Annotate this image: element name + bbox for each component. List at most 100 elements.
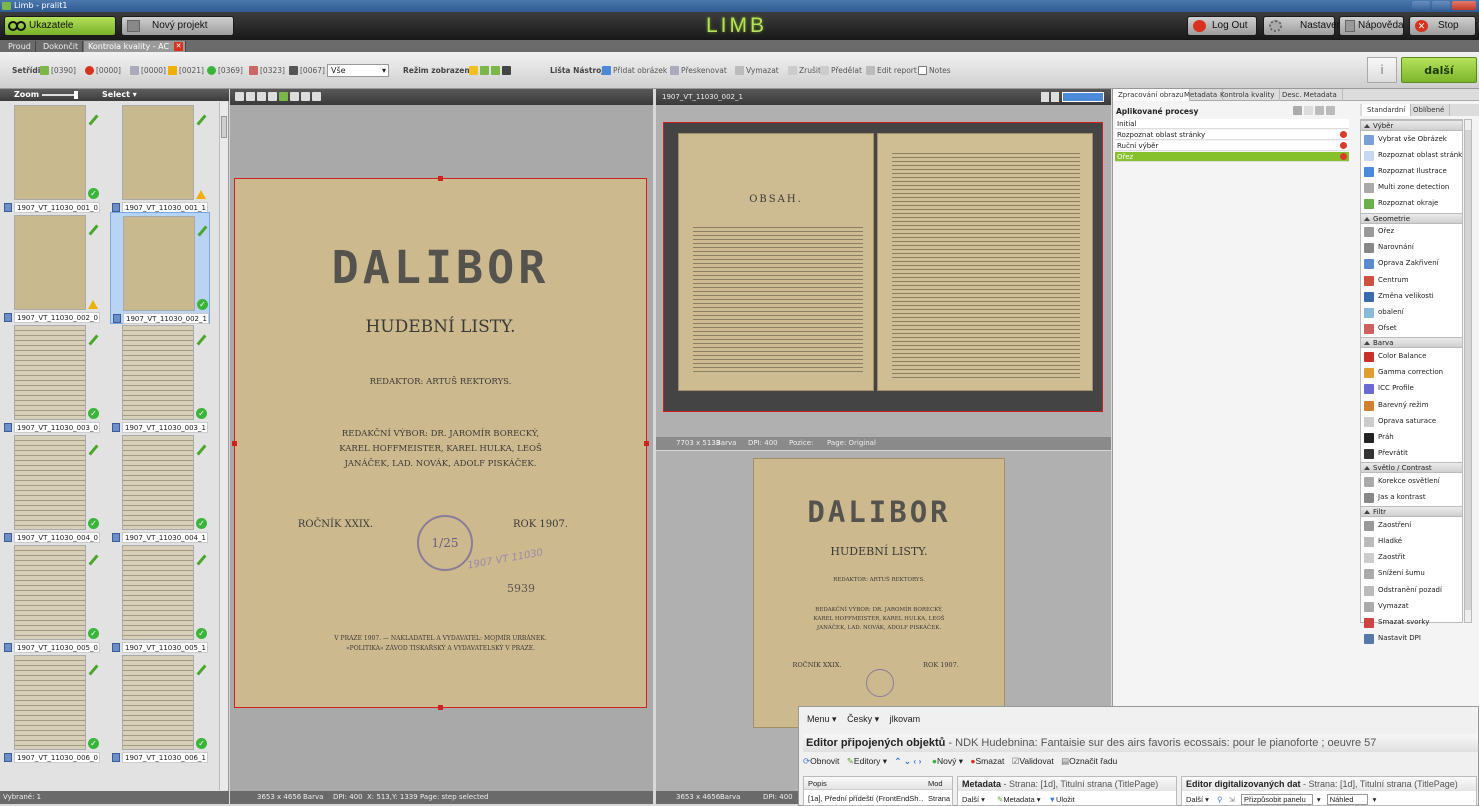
tool-group-header[interactable]: Výběr: [1361, 120, 1462, 131]
metadata-button[interactable]: ✎Metadata ▾: [997, 795, 1040, 804]
tab-dokoncit[interactable]: Dokončit: [39, 41, 84, 52]
tool-item[interactable]: Vymazat: [1361, 599, 1462, 614]
zrusit-button[interactable]: Zrušit: [788, 66, 821, 76]
tool-item[interactable]: Snížení šumu: [1361, 566, 1462, 581]
minimize-button[interactable]: [1412, 1, 1430, 10]
filter-pen-item[interactable]: [0067]: [289, 66, 325, 76]
page-type-icon[interactable]: [112, 203, 120, 212]
novy-projekt-button[interactable]: Nový projekt: [121, 16, 234, 36]
ulozit-button[interactable]: ▼Uložit: [1049, 795, 1075, 804]
page-type-icon[interactable]: [4, 643, 12, 652]
thumbnail-item[interactable]: ✓ 1907_VT_11030_006_0: [2, 652, 102, 764]
editreport-button[interactable]: Edit report: [866, 66, 917, 76]
tool-item[interactable]: Ofset: [1361, 321, 1462, 336]
sidebar-scrollbar[interactable]: [219, 102, 228, 790]
page-type-icon[interactable]: [112, 533, 120, 542]
obnovit-button[interactable]: ⟳Obnovit: [803, 756, 839, 766]
tool-item[interactable]: Změna velikosti: [1361, 289, 1462, 304]
page-type-icon[interactable]: [4, 203, 12, 212]
edit-pen-icon[interactable]: [88, 114, 99, 126]
tool-item[interactable]: Nastavit DPI: [1361, 631, 1462, 646]
notes-button[interactable]: Notes: [918, 66, 951, 76]
pridat-button[interactable]: Přidat obrázek: [602, 66, 667, 76]
edit-pen-icon[interactable]: [197, 225, 208, 237]
process-row[interactable]: Initial: [1115, 119, 1349, 129]
tab-oblibene[interactable]: Oblíbené: [1408, 104, 1451, 116]
green-square-icon[interactable]: [279, 92, 288, 101]
tool-item[interactable]: Jas a kontrast: [1361, 490, 1462, 505]
filter-warning-item[interactable]: [0021]: [168, 66, 204, 76]
thumbnail-item[interactable]: ✓ 1907_VT_11030_003_1: [110, 322, 210, 434]
sidebar-scroll-thumb[interactable]: [221, 116, 227, 138]
prev-page-button[interactable]: [1041, 92, 1049, 102]
edit-pen-icon[interactable]: [88, 334, 99, 346]
filter-rejected-item[interactable]: [0000]: [130, 66, 166, 76]
view-mode-icons[interactable]: [469, 66, 513, 76]
smazat-button[interactable]: ●Smazat: [970, 756, 1004, 766]
edit-pen-icon[interactable]: [88, 224, 99, 236]
processed-page-image[interactable]: DALIBOR HUDEBNÍ LISTY. REDAKTOR: ARTUŠ R…: [753, 458, 1005, 728]
process-copy-icon[interactable]: [1304, 106, 1313, 115]
zoom-in-icon[interactable]: [235, 92, 244, 101]
tab-standardni[interactable]: Standardní: [1362, 104, 1412, 116]
tool-group-header[interactable]: Filtr: [1361, 506, 1462, 518]
tool-list-scroll-thumb[interactable]: [1465, 130, 1471, 610]
edit-pen-icon[interactable]: [196, 664, 207, 676]
edit-pen-icon[interactable]: [196, 554, 207, 566]
page-type-icon[interactable]: [112, 643, 120, 652]
thumbnail-item[interactable]: ✓ 1907_VT_11030_002_1: [110, 212, 210, 324]
menu-language[interactable]: Česky ▾: [847, 714, 879, 724]
validovat-button[interactable]: ☑Validovat: [1012, 756, 1054, 766]
tab-kontrola-kvality[interactable]: Kontrola kvality - AC ✕: [84, 41, 187, 52]
zoom-out-icon[interactable]: [246, 92, 255, 101]
metadata-dalsi-button[interactable]: Další ▾: [962, 795, 985, 804]
nahled-select[interactable]: Náhled: [1326, 794, 1369, 805]
zoom-select[interactable]: [1062, 92, 1104, 102]
tool-item[interactable]: Práh: [1361, 430, 1462, 445]
thumbnail-item[interactable]: ✓ 1907_VT_11030_003_0: [2, 322, 102, 434]
tool-item[interactable]: Multi zone detection: [1361, 180, 1462, 195]
oznacit-button[interactable]: ▤Označit řadu: [1061, 756, 1117, 766]
tool-group-header[interactable]: Geometrie: [1361, 212, 1462, 224]
ukazatele-button[interactable]: Ukazatele: [4, 16, 116, 36]
tool-item[interactable]: Oprava Zakřivení: [1361, 256, 1462, 271]
stop-button[interactable]: ✕ Stop: [1409, 16, 1476, 36]
tool-group-header[interactable]: Barva: [1361, 337, 1462, 349]
nav-arrows[interactable]: ⌃ ⌄ ‹ ›: [894, 756, 921, 766]
arrow-right-icon[interactable]: ›: [919, 756, 922, 766]
tool-item[interactable]: Rozpoznat okraje: [1361, 196, 1462, 211]
edit-pen-icon[interactable]: [88, 664, 99, 676]
cover-page-image[interactable]: DALIBOR HUDEBNÍ LISTY. REDAKTOR: ARTUŠ R…: [234, 178, 647, 708]
tool-item[interactable]: Rozpoznat Ilustrace: [1361, 164, 1462, 179]
page-type-icon[interactable]: [112, 753, 120, 762]
novy-button[interactable]: ●Nový ▾: [932, 756, 963, 766]
edit-pen-icon[interactable]: [88, 444, 99, 456]
editory-button[interactable]: ✎Editory ▾: [847, 756, 887, 766]
tool-item[interactable]: Oprava saturace: [1361, 414, 1462, 429]
filter-select[interactable]: Vše ▾: [327, 64, 389, 77]
tool-item[interactable]: obalení: [1361, 305, 1462, 320]
edit-pen-icon[interactable]: [88, 554, 99, 566]
nahled-chevron-icon[interactable]: ▾: [1373, 795, 1377, 804]
tool-item[interactable]: Zaostřit: [1361, 550, 1462, 565]
arrow-down-icon[interactable]: ⌄: [904, 756, 911, 766]
thumbnail-item[interactable]: 1907_VT_11030_001_1: [110, 102, 210, 214]
tab-desc-metadata[interactable]: Desc. Metadata: [1277, 89, 1343, 101]
logout-button[interactable]: Log Out: [1187, 16, 1257, 36]
tool-item[interactable]: Korekce osvětlení: [1361, 474, 1462, 489]
close-window-button[interactable]: [1452, 1, 1476, 10]
edit-pen-icon[interactable]: [196, 114, 207, 126]
remove-process-icon[interactable]: [1340, 131, 1347, 138]
thumbnail-item[interactable]: ✓ 1907_VT_11030_005_1: [110, 542, 210, 654]
tool-item[interactable]: Odstranění pozadí: [1361, 583, 1462, 598]
thumbnail-item[interactable]: ✓ 1907_VT_11030_004_0: [2, 432, 102, 544]
zoom-slider-handle[interactable]: [74, 91, 78, 99]
digi-fit-icon[interactable]: ⇲: [1229, 795, 1235, 804]
tool-item[interactable]: Vybrat vše Obrázek: [1361, 132, 1462, 147]
digi-dalsi-button[interactable]: Další ▾: [1186, 795, 1209, 804]
tool-item[interactable]: Převrátit: [1361, 446, 1462, 461]
remove-process-icon[interactable]: [1340, 153, 1347, 160]
page-type-icon[interactable]: [4, 313, 12, 322]
process-tool-icons[interactable]: [1293, 106, 1351, 116]
rotate-icon[interactable]: [290, 92, 299, 101]
